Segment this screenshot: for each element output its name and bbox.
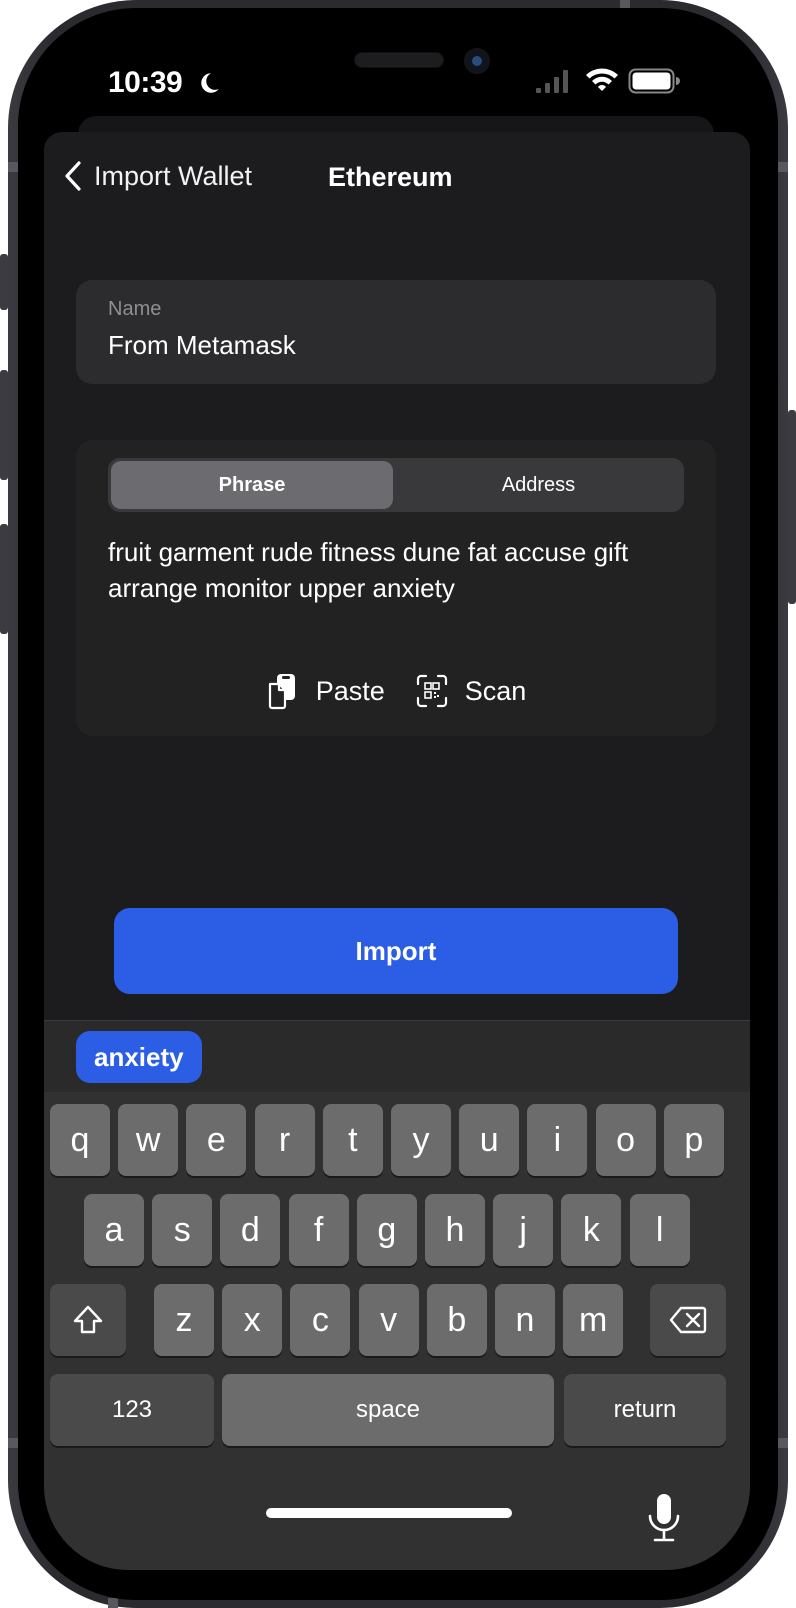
- import-button[interactable]: Import: [114, 908, 678, 994]
- name-field-label: Name: [108, 298, 162, 320]
- antenna-band: [778, 1438, 788, 1448]
- keyboard-suggestion-bar: anxiety: [44, 1020, 750, 1093]
- key-w[interactable]: w: [118, 1104, 179, 1176]
- screen: 10:39 Import Wallet Ethereum Name Phrase: [44, 42, 750, 1570]
- back-button-label: Import Wallet: [94, 160, 253, 191]
- antenna-band: [108, 1598, 118, 1608]
- antenna-band: [8, 162, 18, 172]
- segment-address[interactable]: Address: [396, 461, 681, 509]
- home-indicator[interactable]: [266, 1508, 512, 1518]
- earpiece-speaker: [354, 52, 444, 68]
- import-type-segmented-control: Phrase Address: [108, 458, 684, 512]
- paste-button[interactable]: Paste: [266, 672, 385, 710]
- numbers-key[interactable]: 123: [50, 1374, 214, 1446]
- shift-icon: [73, 1305, 103, 1334]
- key-k[interactable]: k: [561, 1194, 622, 1266]
- key-f[interactable]: f: [288, 1194, 349, 1266]
- wifi-icon: [586, 68, 618, 91]
- key-o[interactable]: o: [595, 1104, 656, 1176]
- delete-key[interactable]: [650, 1284, 726, 1356]
- key-y[interactable]: y: [391, 1104, 451, 1176]
- status-time: 10:39: [108, 66, 183, 99]
- power-button: [788, 410, 796, 604]
- key-d[interactable]: d: [220, 1194, 281, 1266]
- page-title: Ethereum: [328, 162, 453, 192]
- key-q[interactable]: q: [50, 1104, 110, 1176]
- key-n[interactable]: n: [495, 1284, 555, 1356]
- clipboard-icon: [268, 674, 295, 710]
- backspace-icon: [669, 1306, 707, 1334]
- key-e[interactable]: e: [186, 1104, 247, 1176]
- key-x[interactable]: x: [222, 1284, 283, 1356]
- key-b[interactable]: b: [426, 1284, 487, 1356]
- phrase-textarea[interactable]: fruit garment rude fitness dune fat accu…: [108, 534, 684, 606]
- phrase-actions: Paste Scan: [76, 672, 716, 710]
- antenna-band: [8, 1438, 18, 1448]
- return-key[interactable]: return: [564, 1374, 726, 1446]
- moon-icon: [201, 73, 219, 93]
- key-s[interactable]: s: [152, 1194, 213, 1266]
- key-g[interactable]: g: [356, 1194, 417, 1266]
- volume-down-button: [0, 524, 8, 634]
- segment-phrase[interactable]: Phrase: [111, 461, 393, 509]
- name-input[interactable]: [108, 330, 688, 361]
- shift-key[interactable]: [50, 1284, 126, 1356]
- antenna-band: [778, 162, 788, 172]
- scan-label: Scan: [464, 675, 527, 706]
- key-v[interactable]: v: [358, 1284, 419, 1356]
- key-r[interactable]: r: [254, 1104, 315, 1176]
- import-wallet-sheet: Import Wallet Ethereum Name Phrase Addre…: [44, 132, 750, 1570]
- cellular-signal-icon: [536, 70, 568, 93]
- key-m[interactable]: m: [563, 1284, 624, 1356]
- key-i[interactable]: i: [527, 1104, 588, 1176]
- front-camera: [464, 48, 490, 74]
- key-j[interactable]: j: [493, 1194, 554, 1266]
- space-key[interactable]: space: [222, 1374, 554, 1446]
- qr-scan-icon: [416, 674, 447, 708]
- microphone-icon[interactable]: [644, 1492, 684, 1544]
- key-h[interactable]: h: [425, 1194, 485, 1266]
- key-t[interactable]: t: [322, 1104, 383, 1176]
- paste-label: Paste: [315, 675, 385, 706]
- back-button[interactable]: Import Wallet: [62, 160, 252, 192]
- key-u[interactable]: u: [459, 1104, 520, 1176]
- action-button: [0, 254, 8, 310]
- name-field-card: Name: [76, 280, 716, 384]
- volume-up-button: [0, 370, 8, 480]
- key-c[interactable]: c: [290, 1284, 351, 1356]
- scan-button[interactable]: Scan: [415, 672, 527, 710]
- chevron-left-icon: [65, 161, 81, 191]
- keyboard: qwertyuiop asdfghjkl zxcvbnm 123 space r…: [44, 1092, 750, 1570]
- phrase-card: Phrase Address fruit garment rude fitnes…: [76, 440, 716, 736]
- key-p[interactable]: p: [663, 1104, 724, 1176]
- key-a[interactable]: a: [84, 1194, 144, 1266]
- battery-icon: [628, 68, 680, 94]
- suggestion-chip[interactable]: anxiety: [76, 1031, 202, 1083]
- key-z[interactable]: z: [154, 1284, 214, 1356]
- key-l[interactable]: l: [629, 1194, 690, 1266]
